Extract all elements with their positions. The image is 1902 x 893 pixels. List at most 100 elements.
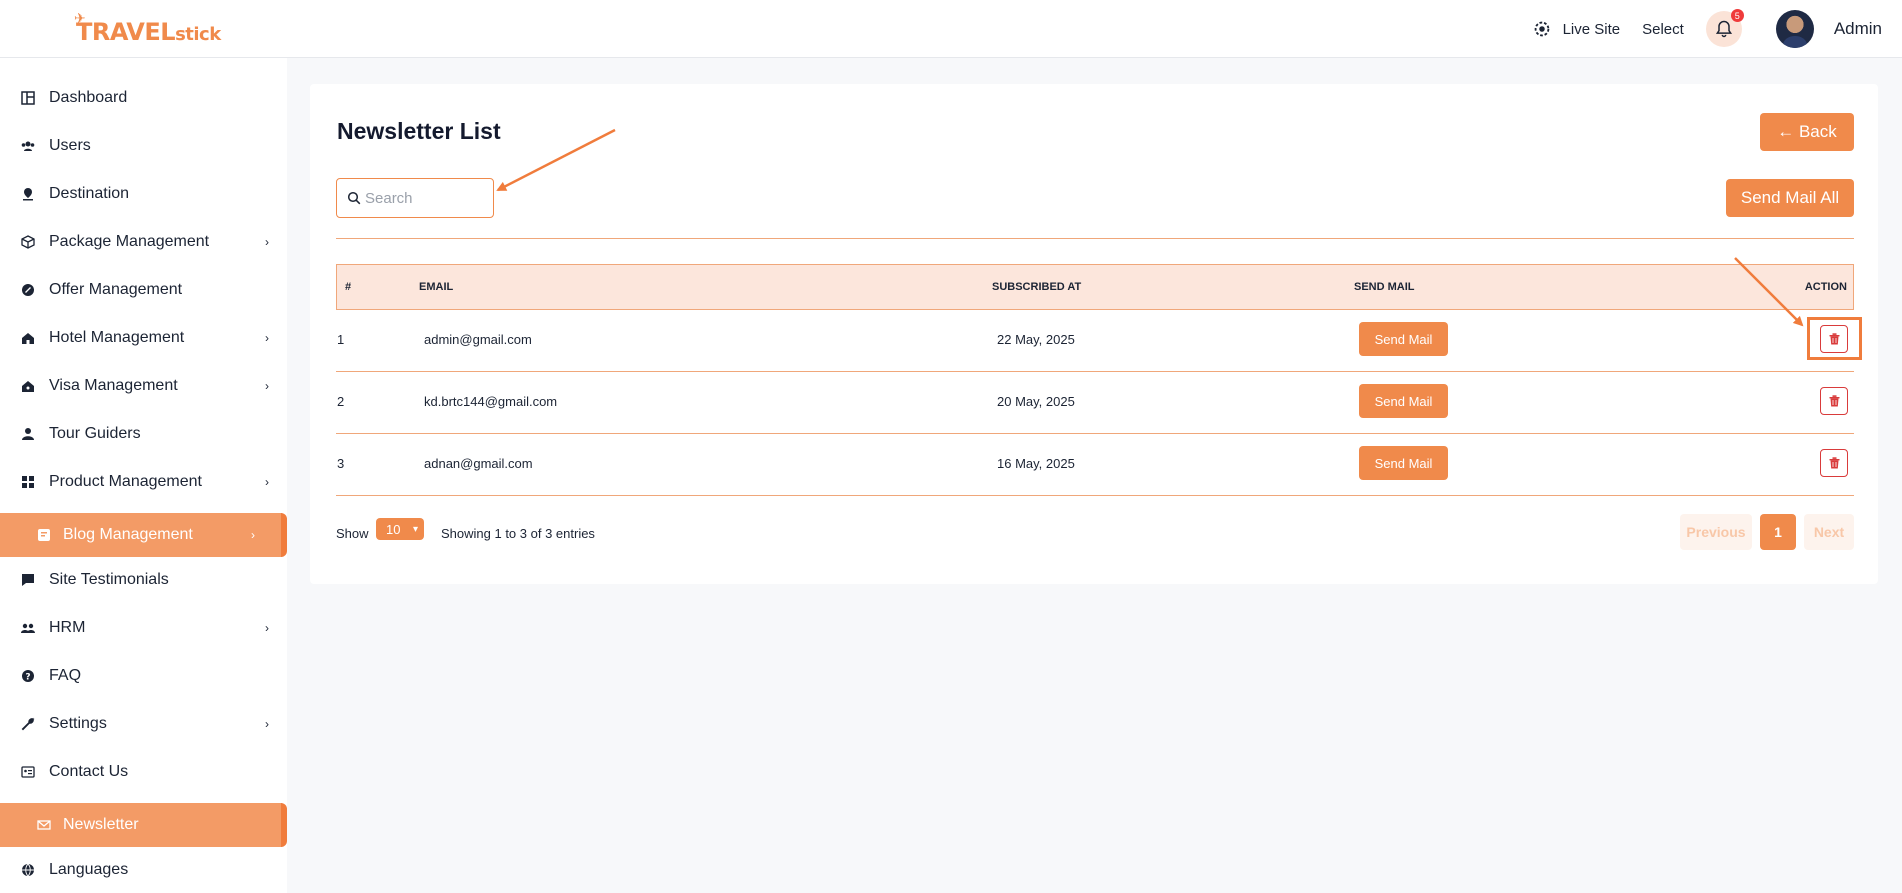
chevron-right-icon: › <box>265 379 269 393</box>
sidebar-item-label: Blog Management <box>63 526 193 543</box>
sidebar-item-label: Package Management <box>49 233 210 250</box>
table-row: 3 adnan@gmail.com 16 May, 2025 Send Mail <box>336 434 1854 496</box>
visa-icon <box>20 378 36 394</box>
row-number: 3 <box>337 456 345 471</box>
live-site-link[interactable]: Live Site <box>1531 18 1621 40</box>
contact-card-icon <box>20 764 36 780</box>
column-header-action: ACTION <box>1804 281 1847 293</box>
column-header-send-mail: SEND MAIL <box>1354 281 1415 293</box>
avatar[interactable] <box>1775 10 1814 48</box>
chevron-right-icon: › <box>251 528 255 542</box>
column-header-number: # <box>345 281 352 293</box>
dashboard-icon <box>20 90 36 106</box>
question-icon: ? <box>20 668 36 684</box>
sidebar-item-destination[interactable]: Destination <box>0 172 287 216</box>
package-icon <box>20 234 36 250</box>
brand-logo[interactable]: ✈ TRAVELstick <box>74 10 221 46</box>
send-mail-button[interactable]: Send Mail <box>1359 446 1448 480</box>
comment-icon <box>20 572 36 588</box>
sidebar-item-product-management[interactable]: Product Management › <box>0 460 287 504</box>
table-footer: Show 10 ▾ Showing 1 to 3 of 3 entries Pr… <box>336 514 1854 554</box>
table-header: # EMAIL SUBSCRIBED AT SEND MAIL ACTION <box>336 264 1854 310</box>
sidebar-item-newsletter[interactable]: Newsletter <box>0 803 287 847</box>
page-title: Newsletter List <box>337 118 501 144</box>
sidebar-item-label: HRM <box>49 619 86 636</box>
language-select[interactable]: Select <box>1642 21 1684 38</box>
chevron-right-icon: › <box>265 717 269 731</box>
team-icon <box>20 620 36 636</box>
entries-info: Showing 1 to 3 of 3 entries <box>441 526 595 541</box>
wrench-icon <box>20 716 36 732</box>
annotation-highlight-box <box>1807 317 1862 360</box>
sidebar-item-hrm[interactable]: HRM › <box>0 606 287 650</box>
chevron-right-icon: › <box>265 235 269 249</box>
sidebar-item-label: Newsletter <box>63 816 139 833</box>
sidebar-item-blog-management[interactable]: Blog Management › <box>0 513 287 557</box>
hotel-icon <box>20 330 36 346</box>
row-subscribed-at: 16 May, 2025 <box>997 456 1075 471</box>
sidebar-item-label: Users <box>49 137 91 154</box>
chevron-down-icon: ▾ <box>412 523 418 535</box>
sidebar-item-label: Contact Us <box>49 763 129 780</box>
delete-button[interactable] <box>1820 387 1848 415</box>
grid-icon <box>20 474 36 490</box>
table-row: 2 kd.brtc144@gmail.com 20 May, 2025 Send… <box>336 372 1854 434</box>
brand-sub: stick <box>175 24 221 45</box>
sidebar-item-label: Destination <box>49 185 130 202</box>
show-label: Show <box>336 526 369 541</box>
sidebar-item-label: Offer Management <box>49 281 183 298</box>
column-header-email[interactable]: EMAIL <box>419 281 453 293</box>
sidebar-item-package-management[interactable]: Package Management › <box>0 220 287 264</box>
sidebar-item-faq[interactable]: ? FAQ <box>0 654 287 698</box>
sidebar-item-users[interactable]: Users <box>0 124 287 168</box>
user-name[interactable]: Admin <box>1834 19 1882 39</box>
next-page-button[interactable]: Next <box>1804 514 1854 550</box>
sidebar-item-offer-management[interactable]: Offer Management <box>0 268 287 312</box>
mail-icon <box>36 817 52 833</box>
sidebar-item-tour-guiders[interactable]: Tour Guiders <box>0 412 287 456</box>
live-site-label: Live Site <box>1562 20 1621 38</box>
sidebar-item-contact-us[interactable]: Contact Us <box>0 750 287 794</box>
sidebar-item-settings[interactable]: Settings › <box>0 702 287 746</box>
back-button[interactable]: ← Back <box>1760 113 1854 151</box>
column-header-subscribed-at[interactable]: SUBSCRIBED AT <box>992 281 1081 293</box>
sidebar-item-label: Languages <box>49 861 129 878</box>
sidebar: Dashboard Users Destination Package Mana… <box>0 58 287 893</box>
svg-text:?: ? <box>25 673 30 683</box>
sidebar-item-label: Hotel Management <box>49 329 185 346</box>
search-field[interactable] <box>336 178 494 218</box>
divider <box>336 238 1854 239</box>
table-row: 1 admin@gmail.com 22 May, 2025 Send Mail <box>336 310 1854 372</box>
row-email: admin@gmail.com <box>424 332 532 347</box>
globe-icon <box>20 862 36 878</box>
row-subscribed-at: 20 May, 2025 <box>997 394 1075 409</box>
send-mail-button[interactable]: Send Mail <box>1359 322 1448 356</box>
notification-button[interactable]: 5 <box>1705 9 1744 47</box>
trash-icon <box>1829 395 1839 407</box>
users-icon <box>20 138 36 154</box>
page-1-button[interactable]: 1 <box>1760 514 1796 550</box>
sidebar-item-site-testimonials[interactable]: Site Testimonials <box>0 558 287 602</box>
sidebar-item-languages[interactable]: Languages <box>0 848 287 892</box>
top-right-controls: Live Site Select 5 Admin <box>1531 8 1882 50</box>
blog-icon <box>36 527 52 543</box>
previous-page-button[interactable]: Previous <box>1680 514 1752 550</box>
search-input[interactable] <box>365 185 485 211</box>
page-size-select[interactable]: 10 ▾ <box>376 518 424 540</box>
trash-icon <box>1829 457 1839 469</box>
guide-icon <box>20 426 36 442</box>
sidebar-item-hotel-management[interactable]: Hotel Management › <box>0 316 287 360</box>
page-size-value: 10 <box>386 521 401 537</box>
send-mail-button[interactable]: Send Mail <box>1359 384 1448 418</box>
delete-button[interactable] <box>1820 449 1848 477</box>
chevron-right-icon: › <box>265 331 269 345</box>
sidebar-item-dashboard[interactable]: Dashboard <box>0 76 287 120</box>
notification-badge: 5 <box>1730 9 1744 22</box>
row-number: 2 <box>337 394 345 409</box>
send-mail-all-button[interactable]: Send Mail All <box>1726 179 1854 217</box>
brand-main: TRAVEL <box>76 18 176 46</box>
row-email: adnan@gmail.com <box>424 456 533 471</box>
broadcast-icon <box>1534 21 1549 37</box>
sidebar-item-visa-management[interactable]: Visa Management › <box>0 364 287 408</box>
sidebar-item-label: Site Testimonials <box>49 571 169 588</box>
